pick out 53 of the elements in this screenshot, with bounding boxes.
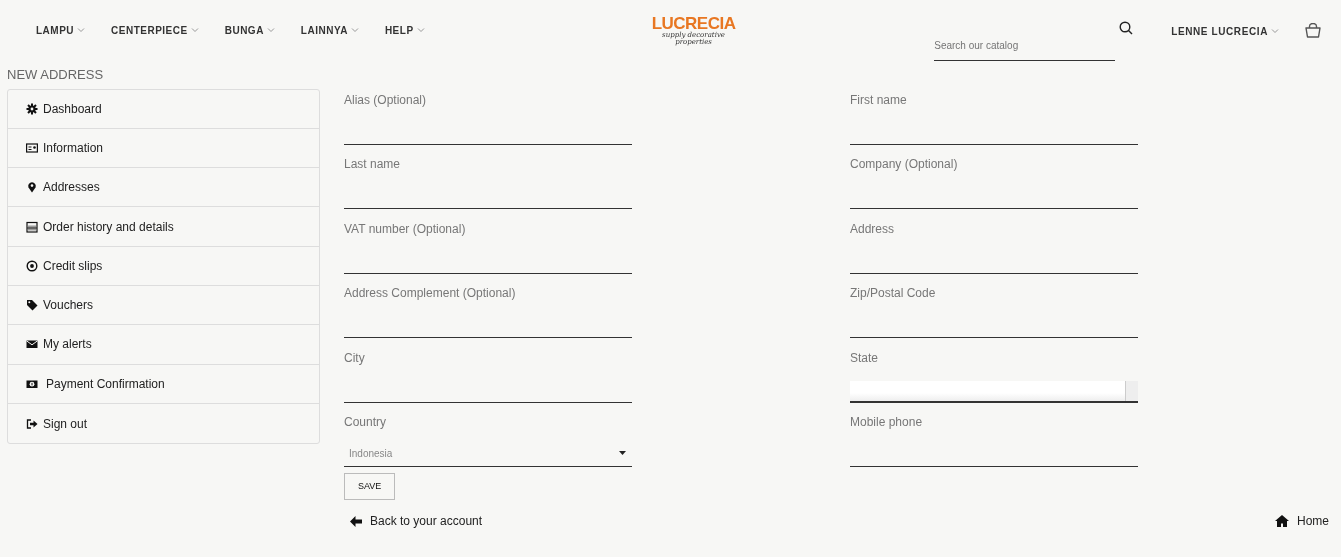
sidebar-link[interactable]: Credit slips xyxy=(8,246,319,286)
field-label: First name xyxy=(850,91,908,109)
field-label: State xyxy=(850,349,880,367)
field-label: Zip/Postal Code xyxy=(850,285,937,302)
account-menu[interactable]: LENNE LUCRECIA xyxy=(1171,23,1279,39)
sidebar-link[interactable]: My alerts xyxy=(8,325,319,365)
field-label: Company (Optional) xyxy=(850,156,959,173)
page-title: NEW ADDRESS xyxy=(7,66,105,84)
menu-link[interactable]: BUNGA xyxy=(224,22,275,38)
home-link[interactable]: Home xyxy=(1275,512,1329,530)
tag-icon xyxy=(26,299,38,312)
search-field[interactable]: Search our catalog xyxy=(934,31,1116,61)
sidebar-link[interactable]: Sign out xyxy=(8,403,319,444)
chevron-down-icon xyxy=(416,27,425,33)
home-icon xyxy=(1275,515,1289,527)
envelope-icon xyxy=(26,338,38,351)
menu-link[interactable]: HELP xyxy=(384,22,425,38)
sidebar-link[interactable]: Addresses xyxy=(8,168,319,208)
gear-icon xyxy=(26,102,38,115)
sign-out-icon xyxy=(26,417,38,430)
sidebar-link[interactable]: Vouchers xyxy=(8,286,319,326)
arrow-left-icon xyxy=(350,515,362,527)
country-select[interactable]: Indonesia xyxy=(344,440,632,467)
back-link[interactable]: Back to your account xyxy=(350,512,483,530)
chevron-down-icon xyxy=(1271,28,1279,34)
field-label: Address xyxy=(850,220,896,238)
chevron-down-icon xyxy=(266,27,275,33)
field-label: Address Complement (Optional) xyxy=(344,285,517,302)
logo-text: LUCRECIA xyxy=(651,14,736,32)
sidebar-link[interactable]: Payment Confirmation xyxy=(8,364,319,404)
menu-link[interactable]: LAMPU xyxy=(36,22,86,38)
state-select[interactable] xyxy=(850,380,1138,403)
shopping-basket-icon[interactable] xyxy=(1305,22,1321,38)
target-icon xyxy=(26,259,38,272)
map-pin-icon xyxy=(26,181,38,194)
field-label: Alias (Optional) xyxy=(344,91,428,109)
sidebar-link[interactable]: Dashboard xyxy=(8,89,319,129)
id-card-icon xyxy=(26,141,38,154)
save-button[interactable]: SAVE xyxy=(344,472,396,500)
sidebar-link[interactable]: Information xyxy=(8,128,319,169)
field-label: Mobile phone xyxy=(850,414,924,431)
sidebar-link[interactable]: Order history and details xyxy=(8,207,319,247)
chevron-down-icon xyxy=(350,27,359,33)
menu-link[interactable]: LAINNYA xyxy=(300,22,359,38)
field-label: Country xyxy=(344,414,388,431)
chevron-down-icon xyxy=(190,27,199,33)
chevron-down-icon xyxy=(77,27,86,33)
field-label: City xyxy=(344,349,366,367)
field-label: VAT number (Optional) xyxy=(344,220,467,238)
menu-link[interactable]: CENTERPIECE xyxy=(111,22,199,38)
caret-icon xyxy=(619,451,626,455)
field-label: Last name xyxy=(344,156,402,173)
search-icon[interactable] xyxy=(1119,21,1134,35)
